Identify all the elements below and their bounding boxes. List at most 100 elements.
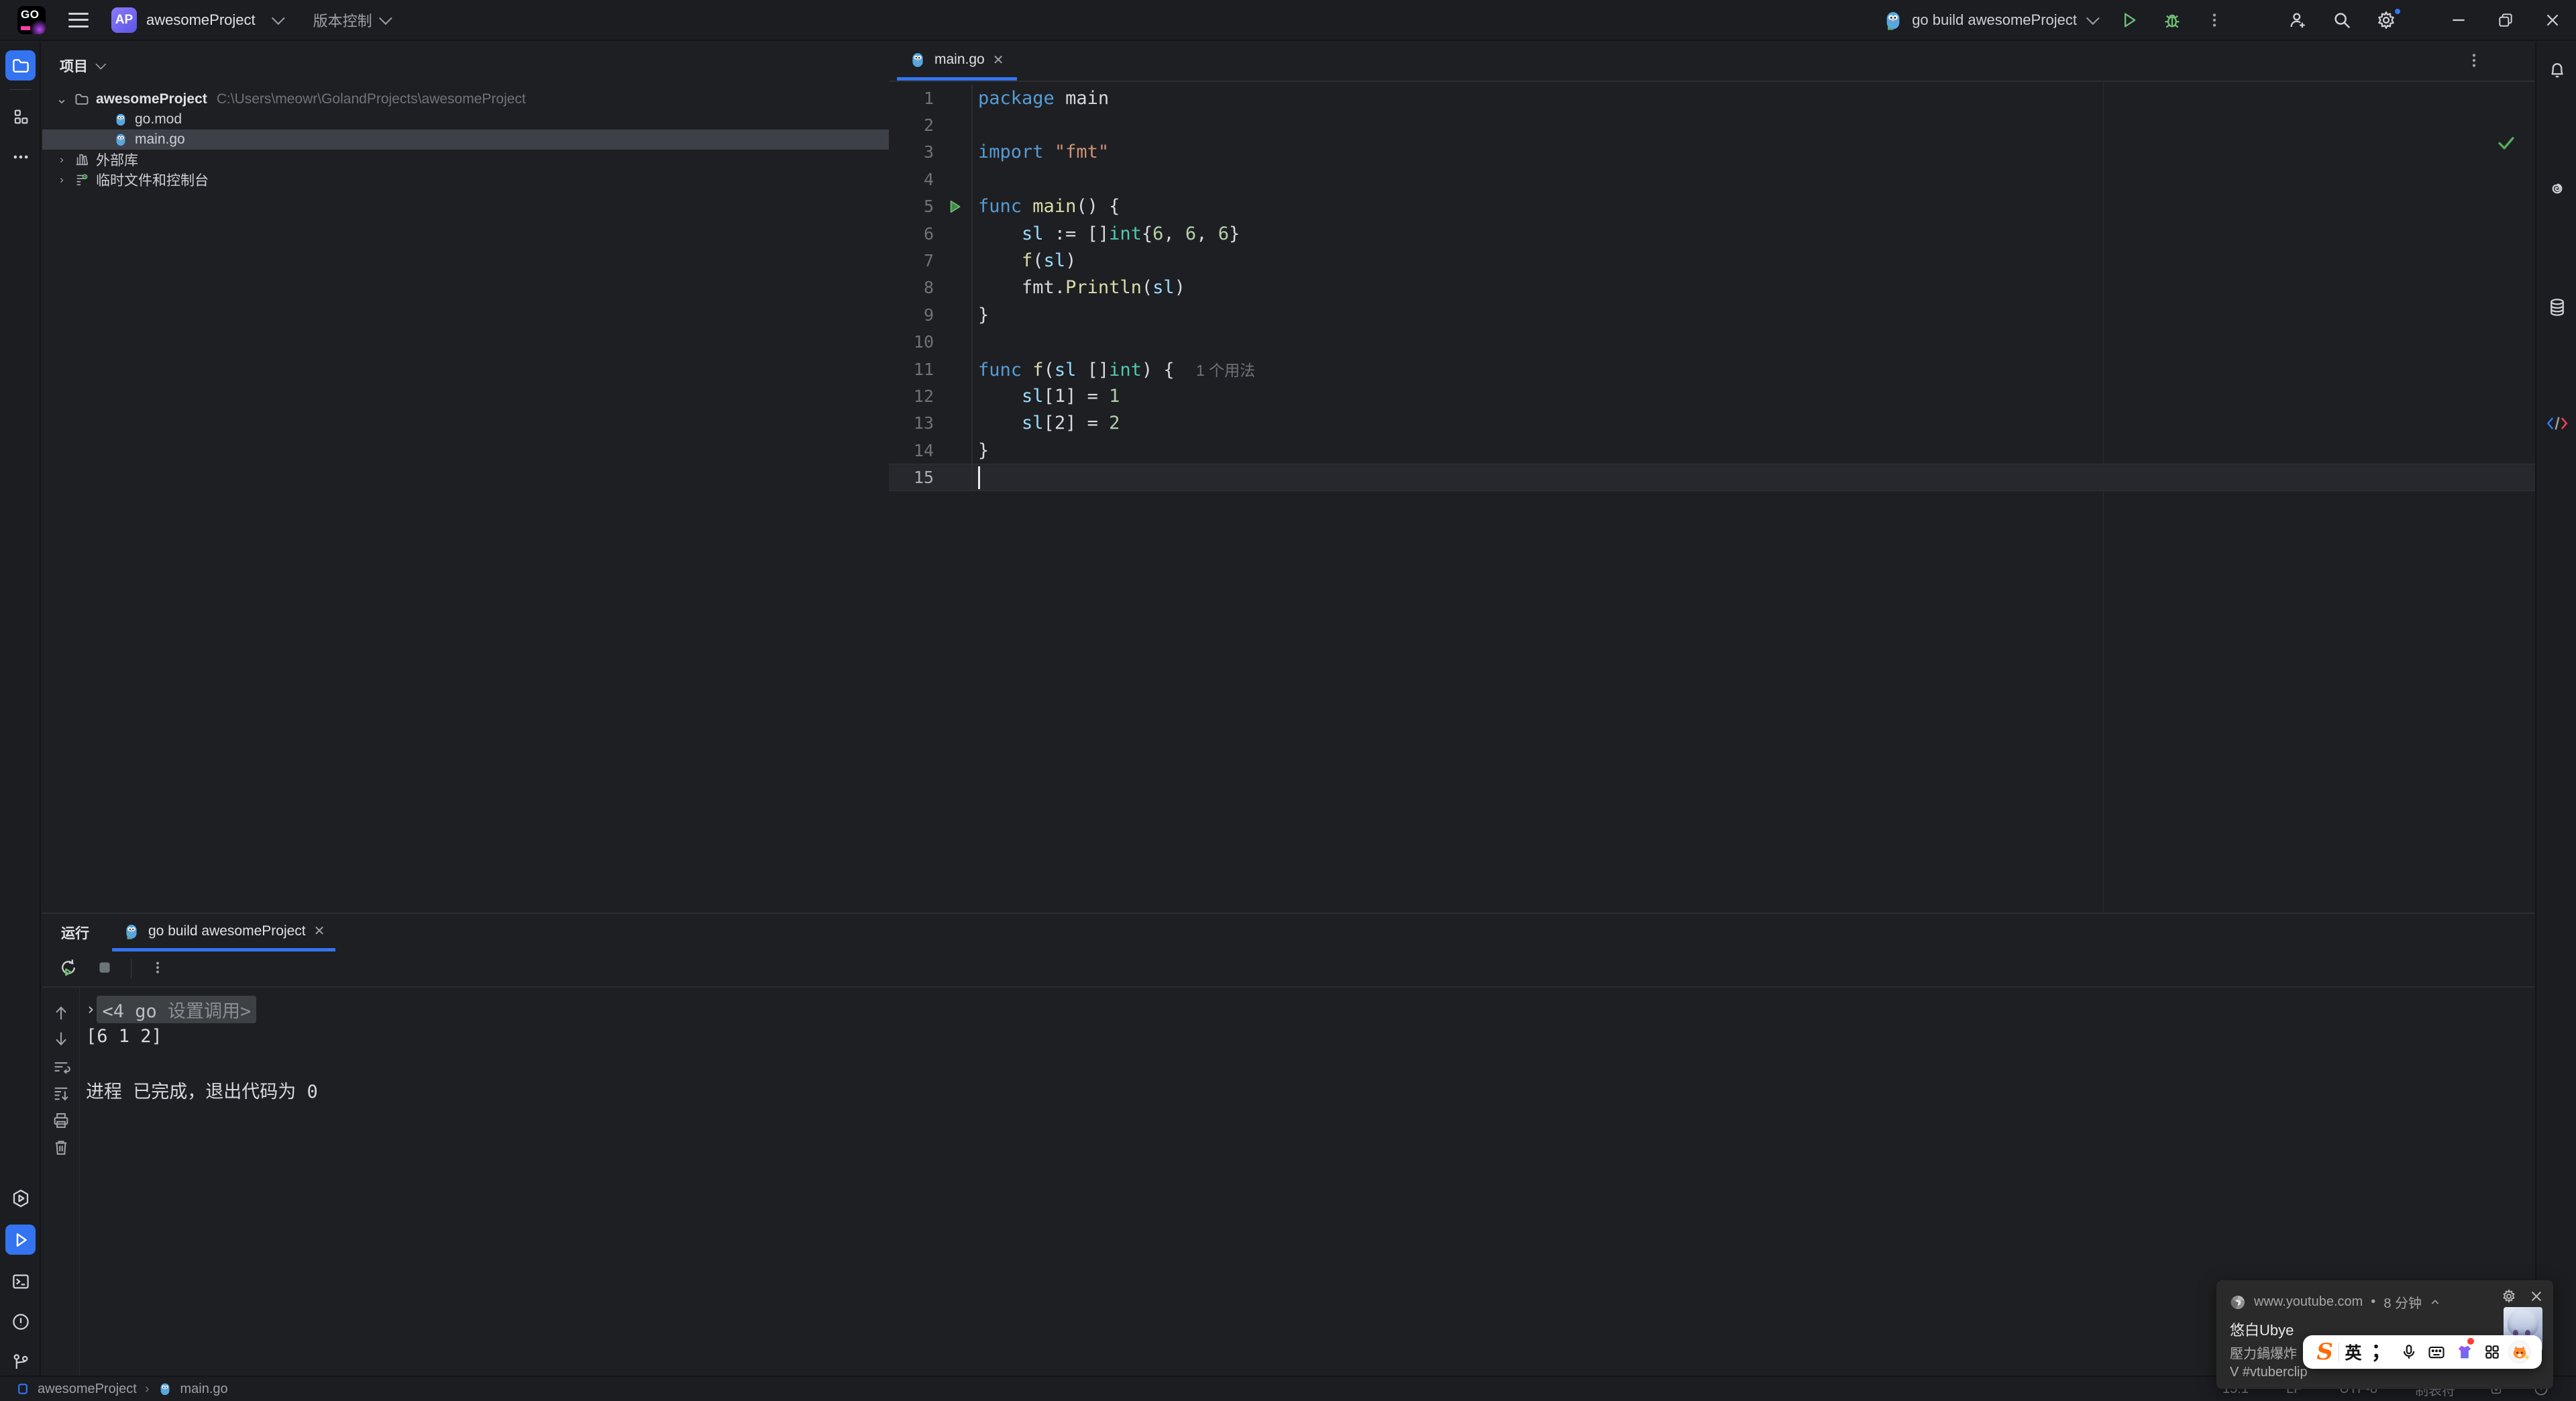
tree-item--[interactable]: › 临时文件和控制台 [42,170,889,190]
main-menu-icon[interactable] [68,12,89,28]
code-line-12[interactable]: 12 sl[1] = 1 [889,382,2535,410]
run-button[interactable] [2108,0,2151,40]
line-number: 2 [889,111,973,139]
code-line-8[interactable]: 8 fmt.Println(sl) [889,274,2535,302]
clear-console-button[interactable] [52,1138,70,1160]
rerun-button[interactable] [58,957,78,981]
toast-close-icon[interactable] [2529,1289,2544,1304]
endpoints-tool-button[interactable] [2542,408,2572,438]
tree-item-main-go[interactable]: main.go [42,129,889,150]
services-tool-button[interactable] [5,1183,36,1213]
chevron-up-icon [2431,1299,2439,1304]
scroll-to-end-button[interactable] [52,1084,70,1106]
problems-tool-button[interactable] [5,1306,36,1337]
code-line-4[interactable]: 4 [889,166,2535,193]
database-icon [2550,298,2564,316]
more-tool-windows-button[interactable] [5,142,36,172]
inspections-ok-widget[interactable] [2495,132,2518,158]
code-line-1[interactable]: 1 package main [889,85,2535,112]
project-panel-title: 项目 [60,59,88,74]
tab-main-go[interactable]: main.go ✕ [897,42,1018,81]
ime-keyboard-button[interactable] [2423,1335,2451,1369]
prev-occurrence-button[interactable] [52,1004,70,1026]
code-line-text: func main() { [978,196,1120,217]
code-with-me-button[interactable] [2275,0,2320,40]
run-console[interactable]: › <4 go 设置调用> [6 1 2] 进程 已完成，退出代码为 0 [80,988,2535,1376]
tab-close-icon[interactable]: ✕ [314,923,325,939]
ime-toolbar[interactable]: S 英 ； [2303,1335,2542,1369]
code-line-13[interactable]: 13 sl[2] = 2 [889,409,2535,437]
editor-tab-bar: main.go ✕ [889,42,2535,82]
window-minimize-button[interactable] [2435,0,2482,40]
tree-item-awesomeproject[interactable]: ⌄ awesomeProject C:\Users\meowr\GolandProj… [42,89,889,109]
ime-language-mode-button[interactable]: 英 [2339,1335,2367,1369]
fold-expand-icon[interactable]: › [86,1000,95,1019]
code-line-10[interactable]: 10 [889,328,2535,356]
print-button[interactable] [52,1111,70,1133]
console-line-2: [6 1 2] [86,1025,162,1047]
window-restore-button[interactable] [2482,0,2529,40]
ime-logo-button[interactable]: S [2311,1335,2339,1369]
gopher-icon [912,53,923,67]
debug-button[interactable] [2151,0,2194,40]
ime-voice-button[interactable] [2395,1335,2422,1369]
line-number: 11 [889,355,973,383]
chevron-down-icon[interactable]: ⌄ [52,92,72,106]
structure-tool-button[interactable] [5,101,36,132]
browser-notification-toast[interactable]: www.youtube.com • 8 分钟 悠白Ubye 壓力鍋爆炸｜悠白 V… [2216,1280,2553,1389]
more-actions-button[interactable] [2194,0,2235,40]
terminal-tool-button[interactable] [5,1266,36,1296]
code-line-6[interactable]: 6 sl := []int{6, 6, 6} [889,219,2535,248]
ime-punctuation-button[interactable]: ； [2367,1335,2395,1369]
ai-assistant-tool-button[interactable] [2542,173,2572,203]
code-line-9[interactable]: 9} [889,301,2535,329]
run-tab-go-build[interactable]: go build awesomeProject ✕ [112,914,336,951]
version-control-tool-button[interactable] [5,1347,36,1377]
window-close-button[interactable] [2529,0,2576,40]
breadcrumb-file[interactable]: main.go [180,1382,228,1397]
project-panel-header[interactable]: 项目 [42,42,889,85]
next-occurrence-button[interactable] [52,1029,70,1051]
title-bar: GO AP awesomeProject 版本控制 go build aweso… [0,0,2576,41]
stop-button[interactable] [96,959,113,980]
code-line-3[interactable]: 3 import "fmt" [889,138,2535,166]
tree-item-label: 临时文件和控制台 [96,173,209,189]
breadcrumb-project[interactable]: awesomeProject [38,1382,137,1397]
settings-button[interactable] [2364,0,2408,40]
gopher-icon [1886,11,1900,30]
ime-toolbox-button[interactable] [2478,1335,2506,1369]
code-line-2[interactable]: 2 [889,111,2535,139]
chevron-right-icon[interactable]: › [52,153,72,166]
soft-wrap-button[interactable] [52,1057,70,1080]
run-configuration-selector[interactable]: go build awesomeProject [1870,0,2108,40]
code-line-15[interactable]: 15 [889,464,2535,491]
console-more-button[interactable] [149,959,166,980]
tree-item--[interactable]: › 外部库 [42,150,889,170]
notifications-tool-button[interactable] [2542,54,2572,85]
close-icon [2546,14,2559,25]
kebab-menu-icon [2472,54,2476,67]
run-tool-button[interactable] [5,1225,36,1255]
folded-command-chip[interactable]: <4 go 设置调用> [97,995,257,1023]
run-line-button[interactable] [946,198,963,219]
ime-skin-button[interactable] [2451,1335,2478,1369]
search-everywhere-button[interactable] [2320,0,2364,40]
breadcrumb-separator: › [144,1381,150,1396]
toast-settings-icon[interactable] [2501,1288,2517,1304]
code-line-11[interactable]: 11 func f(sl []int) { 1 个用法 [889,355,2535,383]
chevron-right-icon[interactable]: › [52,173,72,187]
tree-item-go-mod[interactable]: go.mod [42,109,889,129]
tab-options-button[interactable] [2465,52,2483,72]
database-tool-button[interactable] [2542,292,2572,322]
code-line-5[interactable]: 5 func main() { [889,193,2535,220]
breadcrumb: awesomeProject › main.go [0,1382,228,1397]
ime-assistant-button[interactable] [2506,1335,2534,1369]
tab-close-icon[interactable]: ✕ [993,52,1004,68]
project-widget[interactable]: AP awesomeProject [111,7,285,33]
code-line-14[interactable]: 14} [889,437,2535,464]
vcs-widget[interactable]: 版本控制 [313,9,392,31]
code-line-7[interactable]: 7 f(sl) [889,247,2535,274]
project-tool-button[interactable] [5,50,36,81]
folder-icon [72,91,92,107]
code-editor[interactable]: 1 package main 2 3 import "fmt" 4 5 func main()… [889,82,2535,491]
